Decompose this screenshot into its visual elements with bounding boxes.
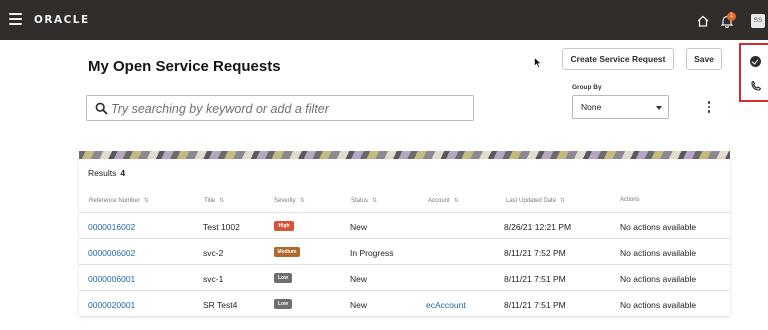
column-header-status[interactable]: Status ⇅ (351, 197, 377, 204)
column-header-label: Last Updated Date (506, 198, 557, 204)
column-header-label: Title (204, 198, 216, 204)
severity-badge: Medium (274, 247, 300, 257)
results-card: Results 4 Reference Number ⇅ Title ⇅ Severi… (79, 159, 730, 316)
sort-icon[interactable]: ⇅ (372, 198, 377, 204)
column-header-label: Actions (620, 197, 640, 203)
status-cell: New (350, 222, 368, 232)
title-cell: SR Test4 (203, 300, 238, 310)
phone-icon[interactable] (750, 80, 762, 92)
oracle-logo[interactable]: ORACLE (34, 13, 90, 26)
table-row[interactable]: 0000016002 Test 1002 High New 8/26/21 12… (79, 212, 730, 238)
sort-icon[interactable]: ⇅ (219, 198, 224, 204)
notification-badge: 1 (727, 12, 736, 21)
title-cell: svc-1 (203, 274, 224, 284)
title-cell: svc-2 (203, 248, 224, 258)
top-bar: ORACLE 1 SS (0, 0, 768, 40)
column-header-label: Severity (274, 198, 296, 204)
results-label-text: Results (88, 168, 117, 178)
status-cell: New (350, 300, 368, 310)
results-count: 4 (120, 168, 126, 178)
sort-icon[interactable]: ⇅ (300, 198, 305, 204)
sort-icon[interactable]: ⇅ (144, 198, 149, 204)
group-by-select[interactable]: None (572, 95, 669, 119)
search-icon (95, 102, 108, 115)
home-icon[interactable] (697, 15, 709, 27)
last-updated-cell: 8/11/21 7:52 PM (504, 248, 566, 258)
last-updated-cell: 8/26/21 12:21 PM (504, 222, 572, 232)
severity-badge: Low (274, 299, 292, 309)
last-updated-cell: 8/11/21 7:51 PM (504, 300, 566, 310)
column-header-label: Account (428, 198, 450, 204)
column-header-reference-number[interactable]: Reference Number ⇅ (89, 197, 149, 204)
severity-badge: Low (274, 273, 292, 283)
sort-icon[interactable]: ⇅ (560, 198, 565, 204)
chevron-down-icon (656, 106, 662, 110)
column-header-title[interactable]: Title ⇅ (204, 197, 224, 204)
actions-cell: No actions available (620, 300, 697, 310)
page-title: My Open Service Requests (88, 58, 281, 75)
more-options-icon[interactable] (707, 101, 711, 115)
table-row[interactable]: 0000020001 SR Test4 Low New ecAccount 8/… (79, 290, 730, 316)
column-header-account[interactable]: Account ⇅ (428, 197, 459, 204)
last-updated-cell: 8/11/21 7:51 PM (504, 274, 566, 284)
results-banner (79, 151, 730, 159)
menu-icon[interactable] (9, 13, 22, 25)
severity-badge: High (274, 221, 294, 231)
search-box[interactable] (86, 95, 474, 121)
reference-number-link[interactable]: 0000006002 (88, 248, 135, 258)
group-by-label: Group By (572, 84, 602, 91)
search-input[interactable] (111, 99, 466, 118)
column-header-last-updated-date[interactable]: Last Updated Date ⇅ (506, 197, 565, 204)
column-header-label: Reference Number (89, 198, 140, 204)
table-row[interactable]: 0000006002 svc-2 Medium In Progress 8/11… (79, 238, 730, 264)
status-cell: New (350, 274, 368, 284)
create-service-request-button[interactable]: Create Service Request (562, 48, 674, 70)
status-cell: In Progress (350, 248, 394, 258)
results-label: Results 4 (88, 168, 125, 178)
sort-icon[interactable]: ⇅ (454, 198, 459, 204)
table-row[interactable]: 0000006001 svc-1 Low New 8/11/21 7:51 PM… (79, 264, 730, 290)
actions-cell: No actions available (620, 248, 697, 258)
avatar[interactable]: SS (751, 14, 765, 28)
actions-cell: No actions available (620, 222, 697, 232)
reference-number-link[interactable]: 0000006001 (88, 274, 135, 284)
group-by-value: None (581, 102, 602, 112)
right-action-panel (739, 43, 768, 102)
reference-number-link[interactable]: 0000016002 (88, 222, 135, 232)
column-header-actions: Actions (620, 197, 640, 203)
mouse-cursor-icon (534, 57, 542, 68)
column-header-label: Status (351, 198, 369, 204)
title-cell: Test 1002 (203, 222, 240, 232)
save-button[interactable]: Save (686, 48, 722, 70)
actions-cell: No actions available (620, 274, 697, 284)
column-header-severity[interactable]: Severity ⇅ (274, 197, 305, 204)
reference-number-link[interactable]: 0000020001 (88, 300, 135, 310)
account-link[interactable]: ecAccount (426, 300, 466, 310)
check-circle-icon[interactable] (750, 56, 761, 67)
